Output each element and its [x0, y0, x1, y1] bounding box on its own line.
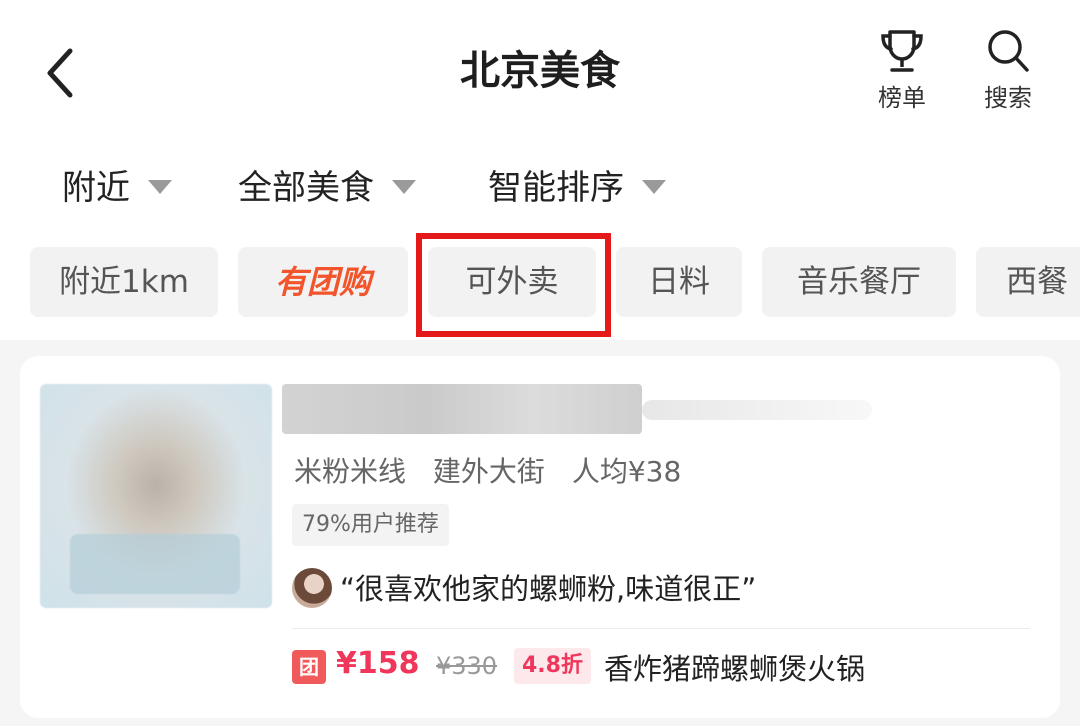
restaurant-thumbnail — [40, 384, 272, 608]
chip-nearby-1km[interactable]: 附近1km — [30, 247, 218, 317]
search-label: 搜索 — [984, 84, 1032, 112]
rank-button[interactable]: 榜单 — [862, 26, 942, 113]
highlight-box — [416, 233, 611, 337]
chip-group-buy[interactable]: 有团购 — [238, 247, 408, 317]
deal-price: ¥158 — [336, 646, 420, 681]
review-quote: “很喜欢他家的螺蛳粉,味道很正” — [340, 572, 757, 606]
caret-down-icon — [148, 179, 172, 194]
search-button[interactable]: 搜索 — [968, 26, 1048, 113]
deal-row[interactable]: 团 ¥158 ¥330 4.8折 香炸猪蹄螺蛳煲火锅 — [292, 646, 1052, 688]
filter-label: 智能排序 — [488, 168, 624, 208]
group-buy-badge: 团 — [292, 650, 326, 684]
caret-down-icon — [642, 179, 666, 194]
search-icon — [988, 30, 1029, 72]
filter-nearby[interactable]: 附近 — [62, 160, 172, 209]
restaurant-card[interactable]: 米粉米线 建外大街 人均¥38 79%用户推荐 “很喜欢他家的螺蛳粉,味道很正”… — [20, 356, 1060, 718]
filter-bar: 附近 全部美食 智能排序 — [0, 160, 1080, 210]
chip-music-restaurant[interactable]: 音乐餐厅 — [762, 247, 956, 317]
chip-japanese[interactable]: 日料 — [616, 247, 742, 317]
restaurant-category: 米粉米线 — [294, 455, 407, 488]
chip-western[interactable]: 西餐 — [976, 247, 1080, 317]
restaurant-meta: 米粉米线 建外大街 人均¥38 — [294, 450, 699, 490]
caret-down-icon — [392, 179, 416, 194]
rank-label: 榜单 — [878, 84, 926, 112]
avatar — [292, 568, 332, 608]
trophy-icon — [881, 30, 923, 72]
original-price: ¥330 — [436, 652, 498, 680]
recommend-badge: 79%用户推荐 — [292, 504, 449, 546]
restaurant-area: 建外大街 — [432, 455, 545, 488]
filter-category[interactable]: 全部美食 — [238, 160, 416, 209]
restaurant-name-blurred-tail — [642, 400, 872, 420]
divider — [292, 628, 1030, 629]
deal-name: 香炸猪蹄螺蛳煲火锅 — [604, 652, 866, 686]
filter-label: 全部美食 — [238, 168, 374, 208]
filter-sort[interactable]: 智能排序 — [488, 160, 666, 209]
discount-badge: 4.8折 — [514, 648, 591, 684]
restaurant-avg-price: 人均¥38 — [571, 455, 682, 488]
restaurant-name-blurred — [282, 384, 642, 434]
header-area: 北京美食 榜单 搜索 附近 全部美食 智能排序 附近1km 有团购 可外卖 日料… — [0, 0, 1080, 340]
filter-label: 附近 — [62, 168, 130, 208]
